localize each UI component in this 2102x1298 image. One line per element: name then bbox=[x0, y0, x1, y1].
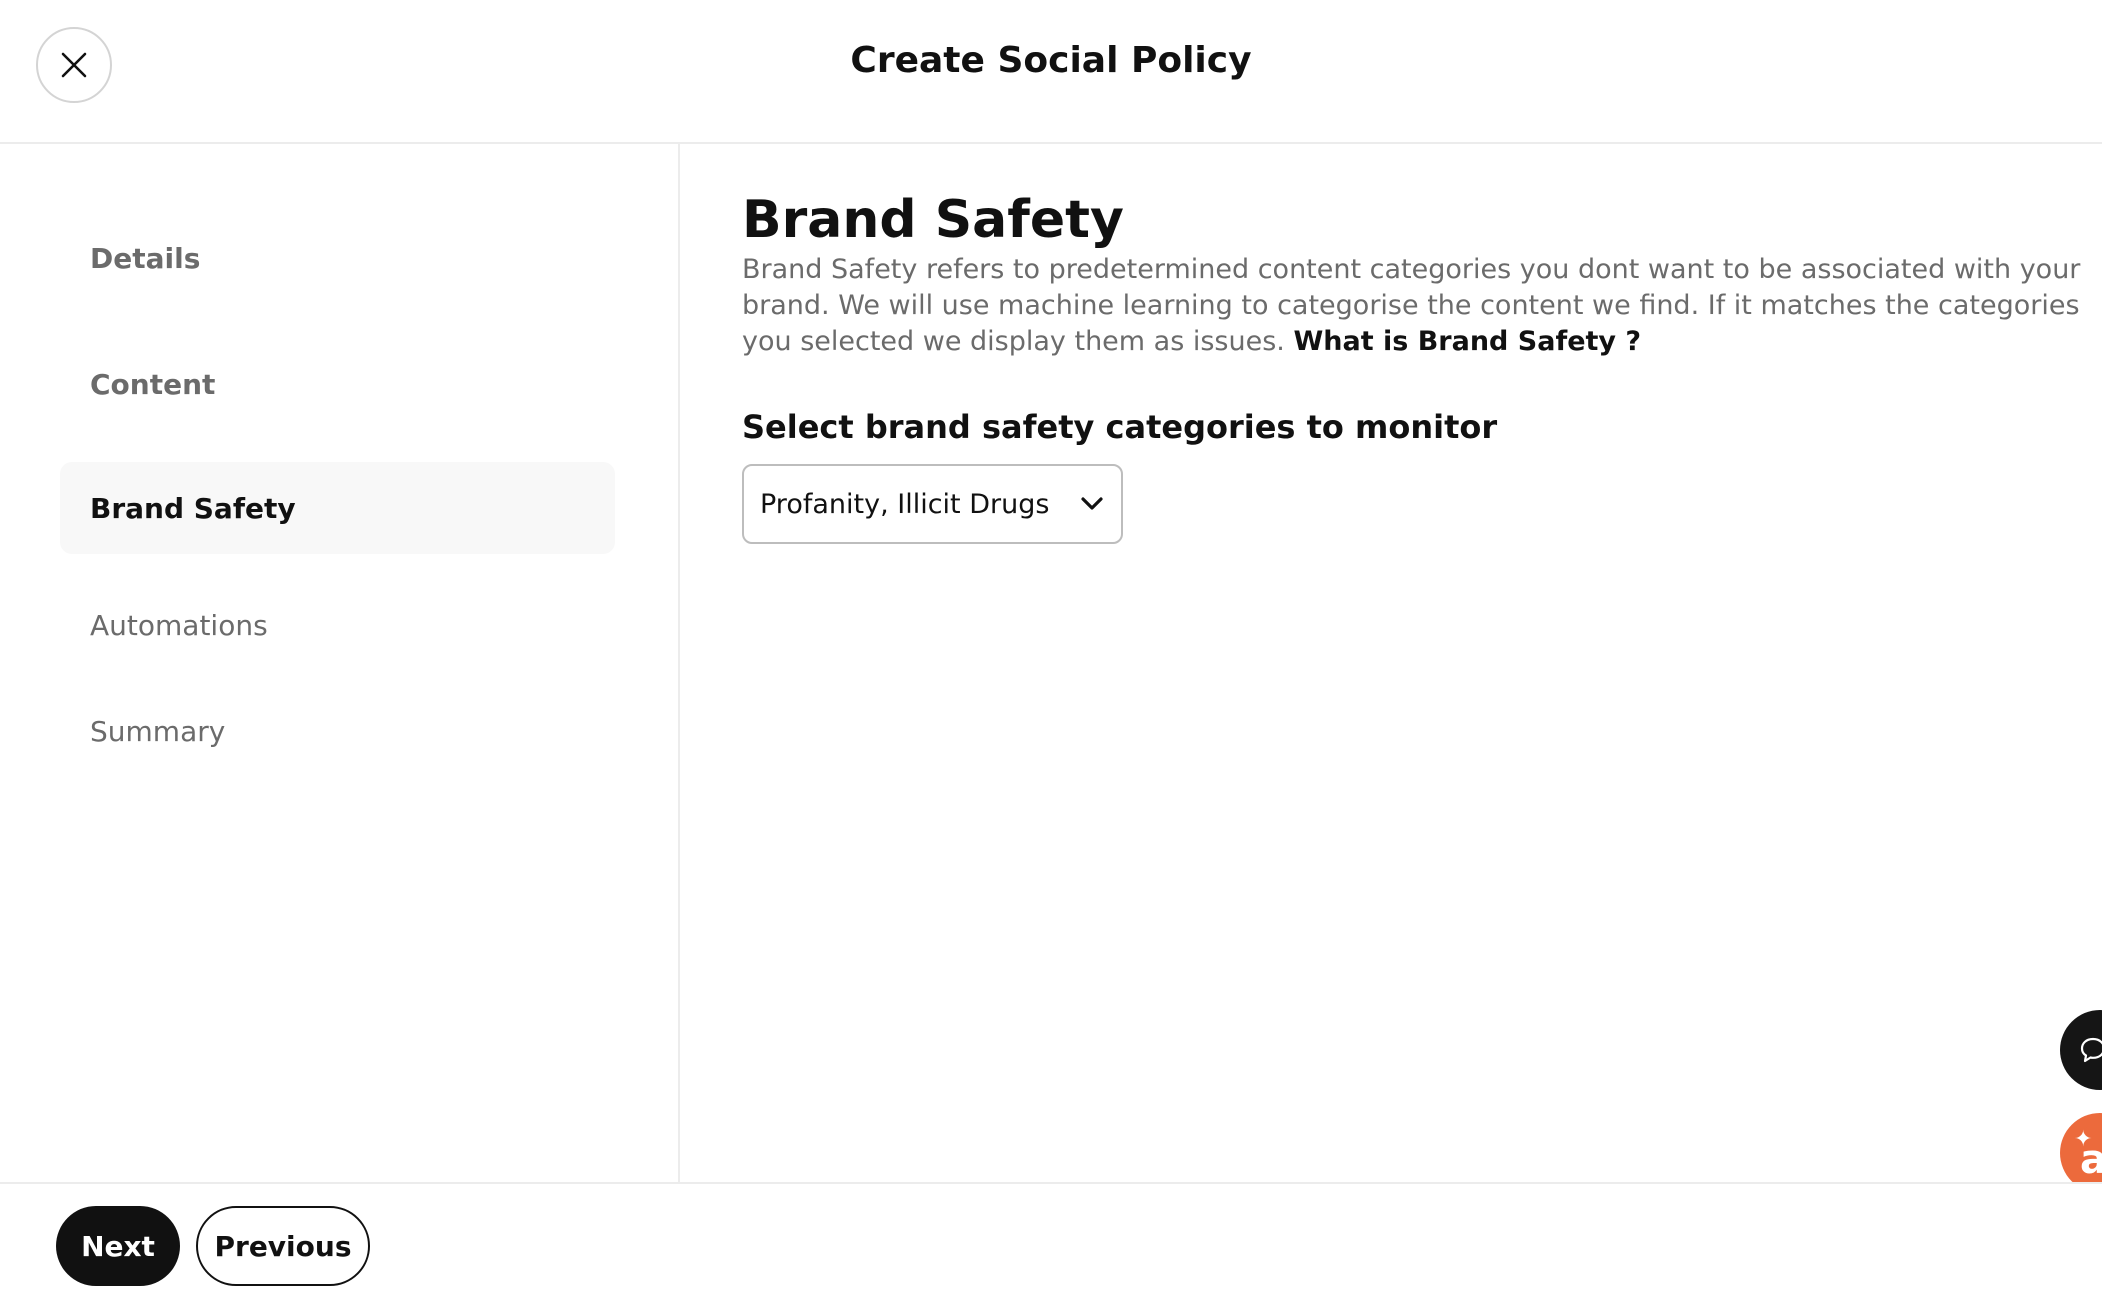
chat-bubble-icon bbox=[2080, 1037, 2102, 1063]
page-title: Create Social Policy bbox=[850, 40, 1252, 81]
section-title: Brand Safety bbox=[742, 190, 1124, 250]
sidebar-item-details[interactable]: Details bbox=[60, 212, 615, 304]
sidebar-item-content[interactable]: Content bbox=[60, 338, 615, 430]
wizard-footer: Next Previous bbox=[0, 1182, 2102, 1298]
sidebar-item-brand-safety[interactable]: Brand Safety bbox=[60, 462, 615, 554]
next-button[interactable]: Next bbox=[56, 1206, 180, 1286]
section-description: Brand Safety refers to predetermined con… bbox=[742, 252, 2092, 360]
categories-label: Select brand safety categories to monito… bbox=[742, 408, 1498, 446]
sidebar-item-label: Automations bbox=[90, 608, 268, 642]
previous-button[interactable]: Previous bbox=[196, 1206, 370, 1286]
sidebar-item-automations[interactable]: Automations bbox=[60, 579, 615, 671]
step-sidebar: Details Content Brand Safety Automations… bbox=[0, 144, 680, 1182]
chat-widget-button[interactable] bbox=[2060, 1010, 2102, 1090]
sidebar-item-label: Content bbox=[90, 367, 216, 401]
assistant-widget-button[interactable]: ✦ a bbox=[2060, 1113, 2102, 1193]
assistant-icon: a bbox=[2080, 1137, 2102, 1183]
sidebar-item-label: Details bbox=[90, 241, 201, 275]
categories-select[interactable]: Profanity, Illicit Drugs bbox=[742, 464, 1123, 544]
page-header: Create Social Policy bbox=[0, 0, 2102, 144]
sidebar-item-label: Brand Safety bbox=[90, 491, 296, 525]
sidebar-item-summary[interactable]: Summary bbox=[60, 685, 615, 777]
sidebar-item-label: Summary bbox=[90, 714, 226, 748]
select-value: Profanity, Illicit Drugs bbox=[760, 488, 1050, 520]
chevron-down-icon bbox=[1079, 491, 1105, 517]
what-is-brand-safety-link[interactable]: What is Brand Safety ? bbox=[1293, 326, 1641, 357]
